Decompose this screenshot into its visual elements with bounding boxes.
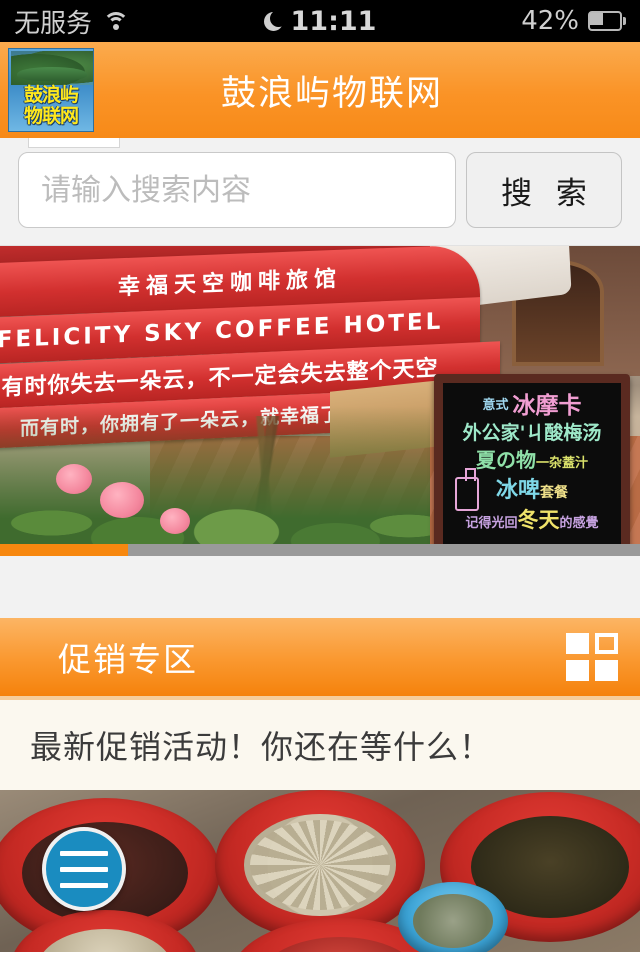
banner-progress-fill [0,544,128,556]
bottle-icon [455,468,479,511]
carrier-label: 无服务 [14,8,93,39]
promo-photo-seafood-market[interactable] [0,790,640,952]
wifi-icon [102,11,130,31]
logo-text: 鼓浪屿 物联网 [9,85,93,127]
clock-label: 11:11 [290,5,377,37]
grid-cell-bottom-right [595,660,618,681]
clipped-tab-strip[interactable] [28,138,328,148]
banner-flower [56,464,92,494]
hamburger-menu-button[interactable] [42,827,126,911]
grid-icon[interactable] [566,633,618,681]
chalkboard-line-5: 记得光回冬天的感覺 [449,508,615,532]
app-header: 鼓浪屿 物联网 鼓浪屿物联网 [0,42,640,138]
search-input[interactable] [18,152,456,228]
status-bar-right: 42% [521,6,626,36]
logo-text-line1: 鼓浪屿 [23,84,79,106]
promo-section-title: 促销专区 [58,640,198,679]
promo-message: 最新促销活动！你还在等什么！ [0,700,640,790]
clipped-tab-1[interactable] [28,138,120,148]
chalkboard-line-4-small: 套餐 [540,485,568,502]
chalkboard-line-3-small: 一杂蓋汁 [535,456,588,472]
grid-cell-top-left [566,633,589,654]
chalkboard-menu-sign: 意式 冰摩卡 外公家'ㄐ酸梅汤 夏の物一杂蓋汁 冰啤套餐 记得光回冬天的感覺 [434,374,630,554]
banner-photo-coffee-hotel[interactable]: 幸福天空咖啡旅馆 FELICITY SKY COFFEE HOTEL 有时你失去… [0,246,640,556]
search-button[interactable]: 搜 索 [466,152,622,228]
banner-carousel[interactable]: 幸福天空咖啡旅馆 FELICITY SKY COFFEE HOTEL 有时你失去… [0,246,640,556]
chalkboard-line-1-small: 意式 [482,398,509,414]
chalkboard-line-2: 外公家'ㄐ酸梅汤 [462,422,602,445]
chalkboard-line-5-small-right: 的感覺 [559,515,599,531]
moon-icon [263,11,283,31]
chalkboard-line-1-main: 冰摩卡 [512,393,582,419]
logo-island-icon [11,51,93,85]
chalkboard-line-5-small-left: 记得光回 [465,515,518,531]
logo-text-line2: 物联网 [23,105,79,127]
chalkboard-line-1: 意式 冰摩卡 [449,393,615,419]
app-logo[interactable]: 鼓浪屿 物联网 [8,48,94,132]
market-basin [215,790,425,940]
banner-flower [160,508,190,534]
section-spacer [0,556,640,618]
banner-progress-bar[interactable] [0,544,640,556]
grid-cell-bottom-left [566,660,589,681]
clipped-tab-2[interactable] [122,138,232,148]
search-panel: 搜 索 [0,138,640,246]
banner-flower [100,482,144,518]
search-row: 搜 索 [18,138,622,228]
promo-section-header: 促销专区 [0,618,640,696]
mobile-screen: 无服务 11:11 42% 鼓浪屿 物联网 鼓浪屿物联网 请输入搜索内容 搜 索… [0,0,640,960]
grid-cell-top-right [595,633,618,654]
chalkboard-line-4-main: 冰啤 [495,478,540,504]
battery-percent-label: 42% [521,6,579,36]
chalkboard-line-5-main: 冬天 [517,507,560,532]
status-bar: 无服务 11:11 42% [0,0,640,42]
chalkboard-line-3-main: 夏の物 [475,448,536,473]
market-basin-blue [398,882,508,952]
status-bar-left: 无服务 [14,3,130,40]
battery-icon [588,11,626,31]
page-title: 鼓浪屿物联网 [220,73,443,114]
